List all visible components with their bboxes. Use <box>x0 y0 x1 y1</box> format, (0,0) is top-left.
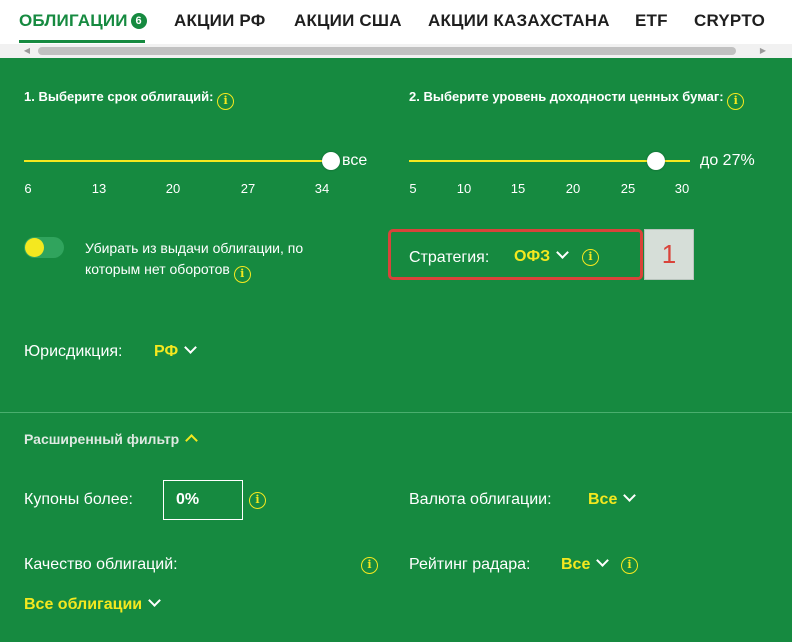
quality-label: Качество облигаций: <box>24 556 178 573</box>
no-turnover-toggle-label: Убирать из выдачи облигации, по которым … <box>85 238 325 283</box>
info-icon[interactable]: i <box>233 266 251 283</box>
term-tick: 6 <box>24 181 32 196</box>
quality-dropdown[interactable]: Все облигации <box>24 594 161 614</box>
info-icon[interactable]: i <box>217 93 235 110</box>
quality-value: Все облигации <box>24 596 143 613</box>
term-slider-value: все <box>342 152 368 169</box>
category-tabs: ОБЛИГАЦИИ 6 АКЦИИ РФ АКЦИИ США АКЦИИ КАЗА… <box>0 0 792 44</box>
tab-bonds[interactable]: ОБЛИГАЦИИ 6 <box>19 11 147 31</box>
no-turnover-toggle[interactable] <box>24 237 64 258</box>
chevron-down-icon <box>556 246 569 259</box>
section-divider <box>0 412 792 413</box>
chevron-up-icon <box>185 434 199 447</box>
chevron-down-icon <box>148 594 161 607</box>
tab-shares-us[interactable]: АКЦИИ США <box>294 11 402 31</box>
tab-bonds-label: ОБЛИГАЦИИ <box>19 11 128 30</box>
term-label-text: 1. Выберите срок облигаций: <box>24 89 214 104</box>
scrollbar-thumb[interactable] <box>38 47 736 55</box>
coupons-label: Купоны более: <box>24 491 133 508</box>
tab-shares-ru[interactable]: АКЦИИ РФ <box>174 11 265 31</box>
yield-label-text: 2. Выберите уровень доходности ценных бу… <box>409 89 724 104</box>
term-tick: 34 <box>314 181 330 196</box>
currency-value: Все <box>588 491 618 508</box>
chevron-down-icon <box>596 554 610 567</box>
tab-etf[interactable]: ETF <box>635 11 668 31</box>
tab-bonds-count-badge: 6 <box>130 13 147 29</box>
active-tab-indicator <box>19 40 145 43</box>
coupons-input[interactable] <box>163 480 243 520</box>
term-tick: 20 <box>165 181 181 196</box>
strategy-dropdown[interactable]: ОФЗ <box>514 246 569 266</box>
bond-filter-panel: 1. Выберите срок облигаций: i все 6 13 2… <box>0 58 792 642</box>
advanced-filter-title: Расширенный фильтр <box>24 431 180 447</box>
toggle-label-line1: Убирать из выдачи облигации, по <box>85 240 304 256</box>
yield-tick: 30 <box>674 181 690 196</box>
term-slider-thumb[interactable] <box>322 152 340 170</box>
strategy-label: Стратегия: <box>409 249 490 266</box>
yield-tick: 5 <box>409 181 417 196</box>
annotation-number-badge: 1 <box>644 229 694 280</box>
term-slider-track[interactable] <box>24 160 330 162</box>
toggle-label-line2-text: которым нет оборотов <box>85 261 230 277</box>
yield-step-label: 2. Выберите уровень доходности ценных бу… <box>409 89 745 110</box>
toggle-knob <box>25 238 44 257</box>
jurisdiction-label: Юрисдикция: <box>24 343 123 360</box>
scroll-right-arrow-icon[interactable]: ▶ <box>756 44 770 58</box>
radar-rating-label: Рейтинг радара: <box>409 556 531 573</box>
currency-dropdown[interactable]: Все <box>588 489 637 509</box>
currency-label: Валюта облигации: <box>409 491 552 508</box>
strategy-value: ОФЗ <box>514 248 551 265</box>
yield-tick: 10 <box>456 181 472 196</box>
term-tick: 13 <box>91 181 107 196</box>
info-icon[interactable]: i <box>361 557 378 574</box>
chevron-down-icon <box>184 341 197 354</box>
yield-slider-thumb[interactable] <box>647 152 665 170</box>
radar-rating-value: Все <box>561 556 591 573</box>
tabs-scrollbar[interactable]: ◀ ▶ <box>0 44 792 58</box>
jurisdiction-value: РФ <box>154 343 179 360</box>
term-step-label: 1. Выберите срок облигаций: i <box>24 89 235 110</box>
advanced-filter-toggle[interactable]: Расширенный фильтр <box>24 431 199 447</box>
info-icon[interactable]: i <box>582 249 599 266</box>
info-icon[interactable]: i <box>727 93 745 110</box>
radar-rating-dropdown[interactable]: Все <box>561 554 610 574</box>
toggle-label-line2: которым нет оборотов i <box>85 259 325 283</box>
tab-crypto[interactable]: CRYPTO <box>694 11 765 31</box>
yield-slider-value: до 27% <box>700 152 755 169</box>
yield-tick: 15 <box>510 181 526 196</box>
yield-tick: 25 <box>620 181 636 196</box>
info-icon[interactable]: i <box>621 557 638 574</box>
info-icon[interactable]: i <box>249 492 266 509</box>
yield-tick: 20 <box>565 181 581 196</box>
term-tick: 27 <box>240 181 256 196</box>
scroll-left-arrow-icon[interactable]: ◀ <box>20 44 34 58</box>
tab-shares-kz[interactable]: АКЦИИ КАЗАХСТАНА <box>428 11 610 31</box>
jurisdiction-dropdown[interactable]: РФ <box>154 341 197 361</box>
chevron-down-icon <box>623 489 637 502</box>
